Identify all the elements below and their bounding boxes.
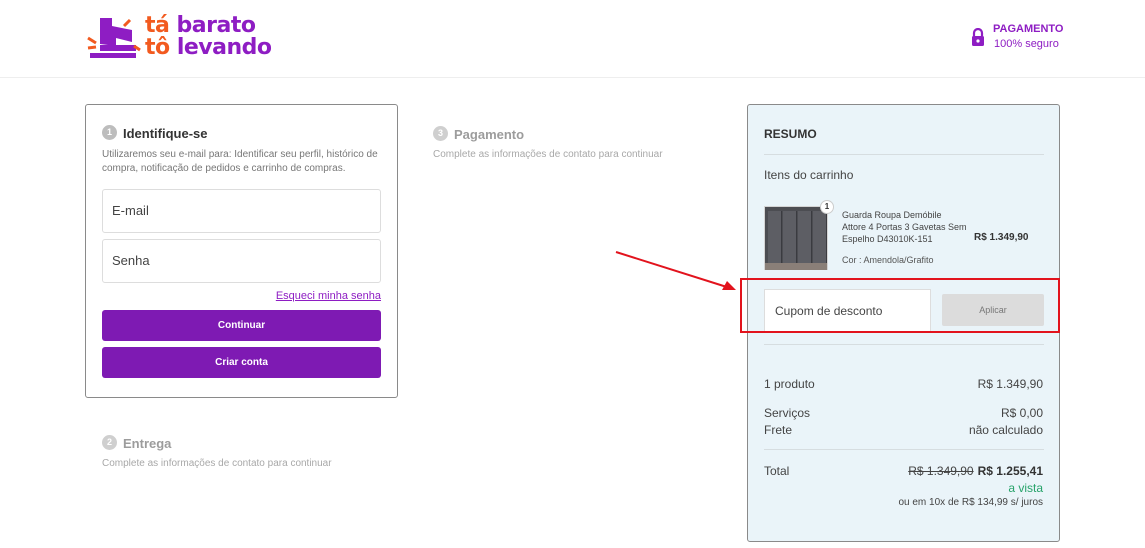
divider xyxy=(764,344,1044,345)
product-image[interactable] xyxy=(764,206,828,270)
red-arrow-annotation xyxy=(615,251,736,290)
create-account-button[interactable]: Criar conta xyxy=(102,347,381,378)
identify-panel: 1 Identifique-se Utilizaremos seu e-mail… xyxy=(85,104,398,398)
quantity-badge: 1 xyxy=(820,200,834,214)
delivery-step-title: Entrega xyxy=(123,436,172,451)
services-label: Serviços xyxy=(764,406,811,420)
lock-icon xyxy=(972,28,984,46)
step-number-delivery: 2 xyxy=(102,435,117,450)
step-number-identify: 1 xyxy=(102,125,117,140)
shipping-value: não calculado xyxy=(968,423,1043,437)
products-count-label: 1 produto xyxy=(764,377,815,391)
payment-step-title: Pagamento xyxy=(454,127,525,142)
cash-payment-label: a vista xyxy=(1008,481,1043,495)
product-price: R$ 1.349,90 xyxy=(974,232,1029,243)
payment-step-description: Complete as informações de contato para … xyxy=(433,149,663,160)
logo[interactable]: tá barato tô levando xyxy=(86,14,286,62)
total-prices: R$ 1.349,90 R$ 1.255,41 xyxy=(908,464,1043,478)
total-new-price: R$ 1.255,41 xyxy=(977,464,1043,478)
forgot-password-link[interactable]: Esqueci minha senha xyxy=(276,290,381,302)
email-field[interactable]: E-mail xyxy=(102,189,381,233)
product-name[interactable]: Guarda Roupa Demóbile Attore 4 Portas 3 … xyxy=(842,209,967,245)
secure-subtitle: 100% seguro xyxy=(994,38,1059,50)
gavel-logo-icon xyxy=(87,18,141,58)
step-number-payment: 3 xyxy=(433,126,448,141)
divider xyxy=(764,449,1044,450)
services-value: R$ 0,00 xyxy=(1000,406,1043,420)
continue-button[interactable]: Continuar xyxy=(102,310,381,341)
coupon-highlight-box xyxy=(740,278,1060,333)
total-label: Total xyxy=(764,464,790,478)
total-old-price: R$ 1.349,90 xyxy=(908,464,974,478)
header: tá barato tô levando PAGAMENTO 100% segu… xyxy=(0,0,1145,78)
secure-title: PAGAMENTO xyxy=(993,23,1064,35)
divider xyxy=(764,154,1044,155)
product-color: Cor : Amendola/Grafito xyxy=(842,255,934,265)
products-subtotal: R$ 1.349,90 xyxy=(977,377,1043,391)
password-field[interactable]: Senha xyxy=(102,239,381,283)
delivery-step-description: Complete as informações de contato para … xyxy=(102,458,332,469)
identify-description: Utilizaremos seu e-mail para: Identifica… xyxy=(102,149,378,174)
summary-title: RESUMO xyxy=(764,127,817,141)
logo-text: tá barato tô levando xyxy=(145,15,272,59)
installments-info: ou em 10x de R$ 134,99 s/ juros xyxy=(898,497,1043,508)
cart-items-label: Itens do carrinho xyxy=(764,168,854,182)
secure-payment-badge: PAGAMENTO 100% seguro xyxy=(970,22,1080,56)
identify-title: Identifique-se xyxy=(123,126,208,141)
shipping-label: Frete xyxy=(764,423,793,437)
logo-word-to: tô xyxy=(145,35,170,60)
logo-word-levando: levando xyxy=(176,35,272,60)
